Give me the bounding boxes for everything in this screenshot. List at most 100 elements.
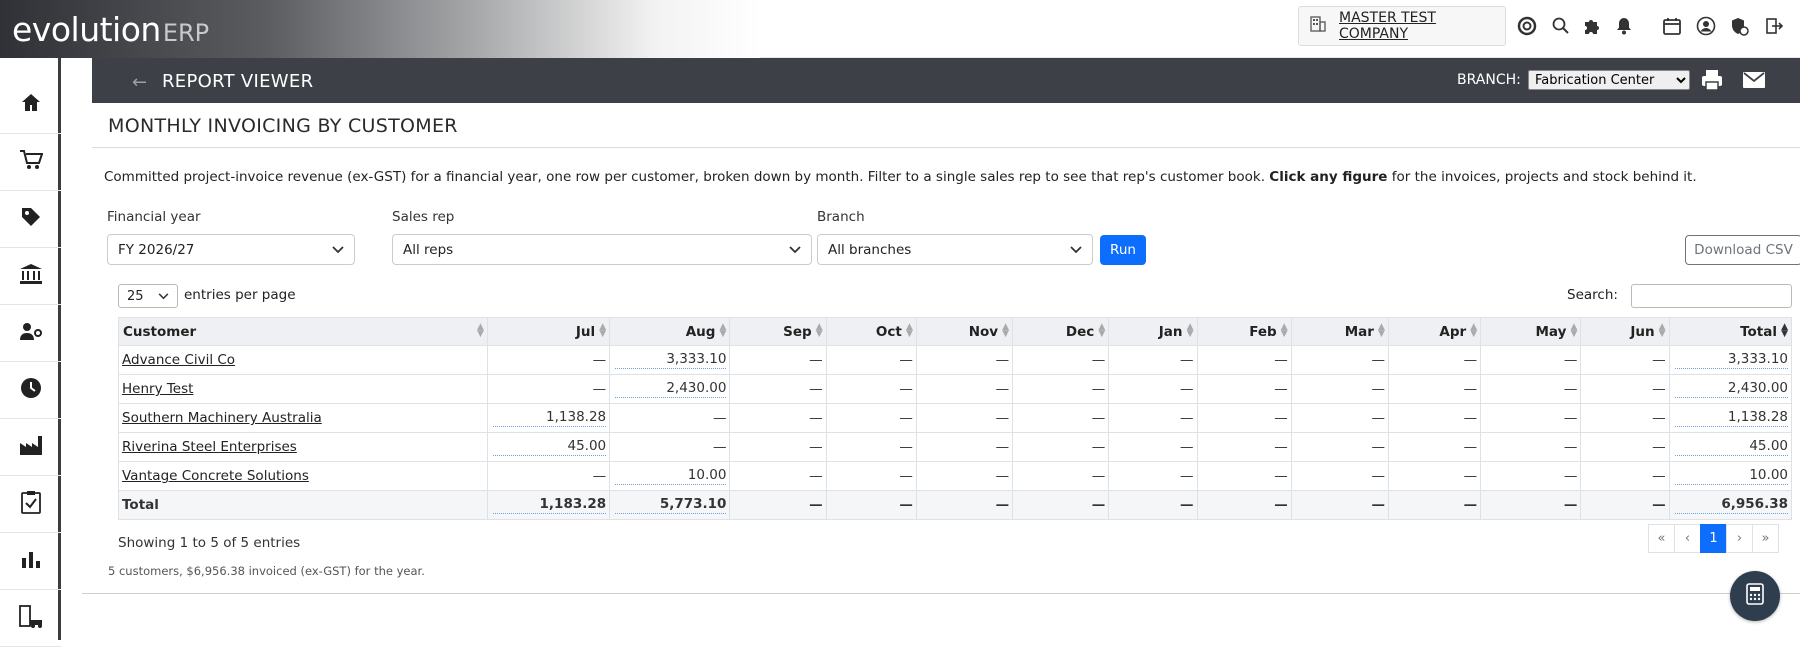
report-viewer-title: REPORT VIEWER [162, 71, 314, 92]
pager-page-1[interactable]: 1 [1700, 524, 1727, 553]
empty-amount: — [1274, 439, 1288, 455]
sidebar-item-sales[interactable] [0, 134, 61, 191]
download-csv-button[interactable]: Download CSV [1685, 235, 1800, 265]
amount-link[interactable]: 5,773.10 [615, 496, 727, 514]
amount-cell: — [1108, 432, 1198, 462]
branch-filter-select[interactable]: All branches [817, 234, 1093, 265]
shield-icon[interactable] [1727, 14, 1751, 38]
header-label: Total [1740, 323, 1777, 340]
entries-per-page-select[interactable]: 25 [118, 284, 178, 308]
pager-prev[interactable]: ‹ [1674, 524, 1701, 553]
customer-link[interactable]: Advance Civil Co [122, 352, 235, 368]
sort-icon: ▲ ▼ [1280, 322, 1288, 339]
column-header[interactable]: Oct ▲ ▼ [825, 317, 917, 346]
support-icon[interactable] [1515, 14, 1539, 38]
column-header[interactable]: Feb ▲ ▼ [1196, 317, 1292, 346]
amount-cell: — [915, 374, 1014, 404]
run-button[interactable]: Run [1100, 235, 1146, 265]
column-header[interactable]: Mar ▲ ▼ [1290, 317, 1389, 346]
empty-amount: — [592, 468, 607, 484]
puzzle-icon[interactable] [1580, 14, 1604, 38]
amount-link[interactable]: 1,138.28 [492, 409, 607, 427]
amount-cell: — [1387, 403, 1482, 433]
user-icon[interactable] [1694, 14, 1718, 38]
customer-link[interactable]: Riverina Steel Enterprises [122, 439, 297, 455]
pager-first[interactable]: « [1648, 524, 1675, 553]
empty-amount: — [1463, 381, 1478, 397]
column-header[interactable]: Jul ▲ ▼ [486, 317, 611, 346]
empty-amount: — [1652, 410, 1666, 426]
empty-amount: — [592, 352, 607, 368]
search-icon[interactable] [1549, 14, 1573, 38]
amount-cell: — [1108, 374, 1198, 404]
back-arrow-icon[interactable]: ← [132, 72, 147, 93]
sidebar-item-finance[interactable] [0, 248, 61, 305]
description-text: Committed project-invoice revenue (ex-GS… [104, 169, 1265, 185]
app-logo[interactable]: evolution ERP [12, 10, 209, 49]
column-header[interactable]: Jun ▲ ▼ [1580, 317, 1670, 346]
calculator-button[interactable] [1730, 571, 1780, 621]
column-header[interactable]: Customer ▲ ▼ [118, 317, 488, 346]
column-header[interactable]: Sep ▲ ▼ [729, 317, 827, 346]
customer-link[interactable]: Southern Machinery Australia [122, 410, 322, 426]
search-input[interactable] [1631, 284, 1792, 308]
table-row: Riverina Steel Enterprises 45.00 — — — — — — — — —… [118, 432, 1793, 462]
pagination: « ‹ 1 › » [1648, 524, 1779, 553]
total-label: Total [122, 497, 159, 513]
sidebar-item-pricing[interactable] [0, 191, 61, 248]
sidebar-item-tasks[interactable] [0, 476, 61, 533]
sales-rep-select[interactable]: All reps [392, 234, 812, 265]
empty-amount: — [899, 497, 913, 513]
amount-link[interactable]: 3,333.10 [615, 351, 727, 369]
amount-link[interactable]: 45.00 [1674, 438, 1788, 456]
header-label: Dec [1065, 323, 1095, 340]
amount-cell: — [1580, 374, 1670, 404]
column-header[interactable]: Dec ▲ ▼ [1012, 317, 1110, 346]
sidebar-item-manufacturing[interactable] [0, 419, 61, 476]
mail-icon[interactable] [1742, 69, 1766, 95]
amount-link[interactable]: 2,430.00 [615, 380, 727, 398]
sidebar-item-reports[interactable] [0, 533, 61, 590]
column-header[interactable]: Nov ▲ ▼ [915, 317, 1014, 346]
customer-link[interactable]: Henry Test [122, 381, 193, 397]
column-header[interactable]: Apr ▲ ▼ [1387, 317, 1482, 346]
user-gear-icon [19, 320, 43, 346]
column-header[interactable]: Total ▲ ▼ [1668, 317, 1793, 346]
pager-next[interactable]: › [1726, 524, 1753, 553]
sidebar-item-hr[interactable] [0, 305, 61, 362]
amount-cell: 10.00 [609, 461, 731, 491]
financial-year-select[interactable]: FY 2026/27 [107, 234, 355, 265]
top-bar: evolution ERP MASTER TEST COMPANY [0, 0, 1800, 58]
column-header[interactable]: May ▲ ▼ [1480, 317, 1582, 346]
amount-link[interactable]: 1,138.28 [1674, 409, 1788, 427]
branch-select[interactable]: Fabrication Center [1528, 70, 1690, 90]
company-selector[interactable]: MASTER TEST COMPANY [1298, 6, 1506, 46]
amount-cell: — [1290, 403, 1389, 433]
amount-cell: — [1290, 432, 1389, 462]
header-label: Nov [968, 323, 999, 340]
logout-icon[interactable] [1762, 14, 1786, 38]
company-name: MASTER TEST COMPANY [1339, 10, 1436, 42]
amount-link[interactable]: 10.00 [615, 467, 727, 485]
amount-link[interactable]: 10.00 [1674, 467, 1788, 485]
sidebar-item-home[interactable] [0, 77, 61, 134]
empty-amount: — [1371, 410, 1385, 426]
amount-link[interactable]: 45.00 [492, 438, 607, 456]
amount-link[interactable]: 3,333.10 [1674, 351, 1788, 369]
sidebar-item-fleet[interactable] [0, 590, 61, 647]
financial-year-value: FY 2026/27 [118, 241, 195, 258]
empty-amount: — [1180, 410, 1194, 426]
amount-link[interactable]: 1,183.28 [492, 496, 607, 514]
empty-amount: — [899, 352, 913, 368]
clipboard-check-icon [20, 490, 42, 518]
column-header[interactable]: Jan ▲ ▼ [1108, 317, 1198, 346]
print-icon[interactable] [1700, 68, 1724, 96]
customer-link[interactable]: Vantage Concrete Solutions [122, 468, 309, 484]
amount-link[interactable]: 6,956.38 [1674, 496, 1788, 514]
pager-last[interactable]: » [1752, 524, 1779, 553]
column-header[interactable]: Aug ▲ ▼ [609, 317, 731, 346]
sidebar-item-time[interactable] [0, 362, 61, 419]
calendar-icon[interactable] [1660, 14, 1684, 38]
bell-icon[interactable] [1612, 14, 1636, 38]
amount-link[interactable]: 2,430.00 [1674, 380, 1788, 398]
